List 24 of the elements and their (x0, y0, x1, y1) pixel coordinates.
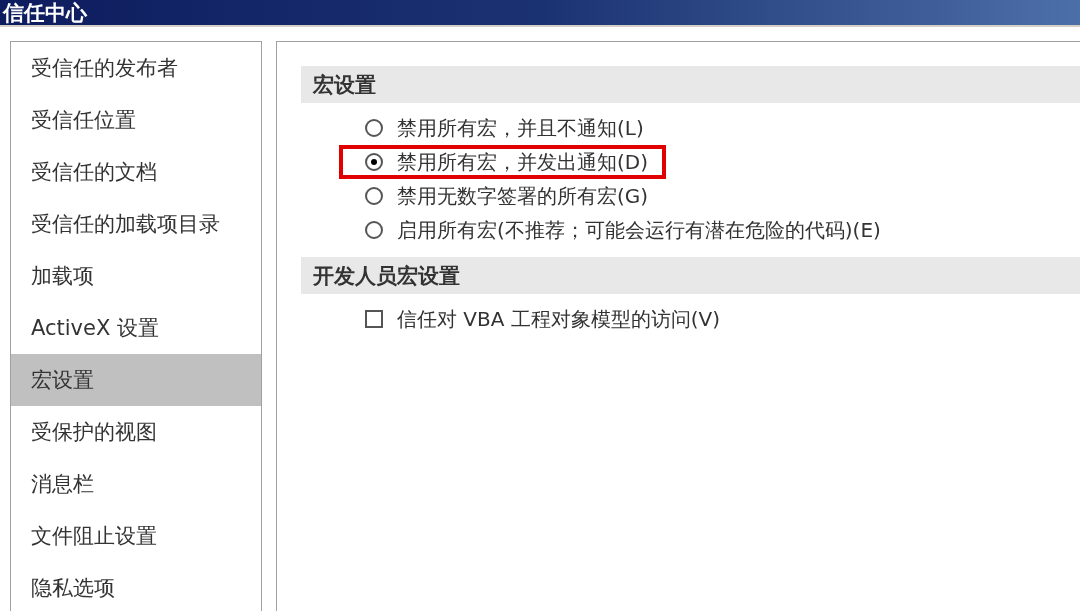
sidebar-item[interactable]: ActiveX 设置 (11, 302, 261, 354)
sidebar-item[interactable]: 消息栏 (11, 458, 261, 510)
option-label: 禁用所有宏，并发出通知(D) (397, 149, 648, 176)
sidebar-item[interactable]: 受信任位置 (11, 94, 261, 146)
checkbox[interactable] (365, 310, 383, 328)
sidebar-item[interactable]: 受保护的视图 (11, 406, 261, 458)
radio-button[interactable] (365, 187, 383, 205)
sidebar-item[interactable]: 宏设置 (11, 354, 261, 406)
radio-button[interactable] (365, 119, 383, 137)
sidebar-item[interactable]: 文件阻止设置 (11, 510, 261, 562)
sidebar-item[interactable]: 隐私选项 (11, 562, 261, 611)
sidebar-item[interactable]: 受信任的加载项目录 (11, 198, 261, 250)
window-title: 信任中心 (1, 1, 87, 25)
sidebar-item[interactable]: 受信任的文档 (11, 146, 261, 198)
radio-button[interactable] (365, 221, 383, 239)
option-label: 禁用所有宏，并且不通知(L) (397, 115, 644, 142)
radio-button[interactable] (365, 153, 383, 171)
sidebar-item[interactable]: 受信任的发布者 (11, 42, 261, 94)
option-label: 启用所有宏(不推荐；可能会运行有潜在危险的代码)(E) (397, 217, 881, 244)
sidebar-item[interactable]: 加载项 (11, 250, 261, 302)
option-label: 禁用无数字签署的所有宏(G) (397, 183, 649, 210)
option-label: 信任对 VBA 工程对象模型的访问(V) (397, 306, 721, 333)
section-heading: 宏设置 (301, 66, 1080, 103)
section-heading: 开发人员宏设置 (301, 257, 1080, 294)
